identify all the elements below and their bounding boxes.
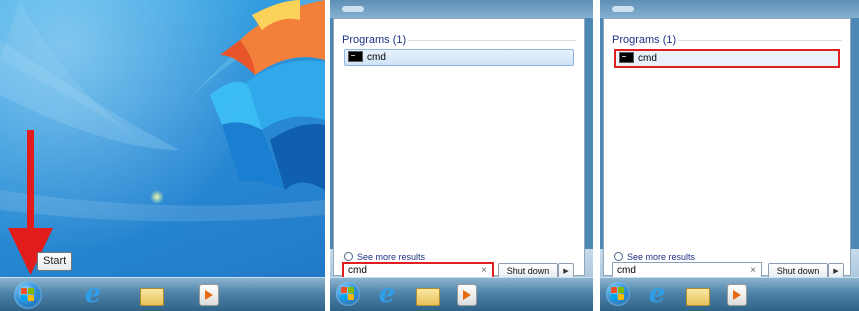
internet-explorer-icon[interactable]: e (644, 281, 670, 307)
windows-flag-icon (341, 287, 355, 301)
taskbar: e (600, 277, 859, 311)
media-player-icon[interactable] (196, 282, 222, 306)
search-icon (344, 252, 353, 262)
start-button[interactable] (336, 282, 360, 306)
taskbar: e (330, 277, 593, 311)
windows-flag-icon (611, 287, 625, 301)
media-player-icon[interactable] (724, 282, 750, 306)
command-prompt-icon (348, 51, 363, 63)
start-tooltip: Start (37, 252, 73, 271)
start-menu-panel-result: Programs (1) cmd See more results cmd × … (600, 0, 859, 311)
clear-search-icon[interactable]: × (481, 264, 487, 277)
desktop-panel: Start e (0, 0, 325, 311)
start-button[interactable] (14, 281, 42, 309)
start-menu-panel-search: Programs (1) cmd See more results cmd × … (330, 0, 593, 311)
internet-explorer-icon[interactable]: e (374, 281, 400, 307)
windows-explorer-icon[interactable] (414, 282, 440, 306)
start-menu-results: Programs (1) cmd See more results (333, 18, 585, 276)
internet-explorer-icon[interactable]: e (80, 281, 106, 307)
media-player-icon[interactable] (454, 282, 480, 306)
windows-explorer-icon[interactable] (138, 282, 164, 306)
start-menu-results: Programs (1) cmd See more results (603, 18, 851, 276)
search-result-cmd[interactable]: cmd (614, 49, 840, 68)
taskbar: e (0, 277, 325, 311)
clear-search-icon[interactable]: × (750, 263, 756, 278)
start-button[interactable] (606, 282, 630, 306)
command-prompt-icon (619, 52, 634, 64)
search-result-cmd[interactable]: cmd (344, 49, 574, 66)
search-icon (614, 252, 623, 262)
wallpaper-sparkle (150, 190, 164, 204)
programs-group-header: Programs (1) (612, 33, 842, 47)
menu-top-strip (330, 0, 593, 18)
menu-top-strip (600, 0, 859, 18)
windows-explorer-icon[interactable] (684, 282, 710, 306)
programs-group-header: Programs (1) (342, 33, 576, 47)
windows-flag-icon (21, 288, 35, 302)
